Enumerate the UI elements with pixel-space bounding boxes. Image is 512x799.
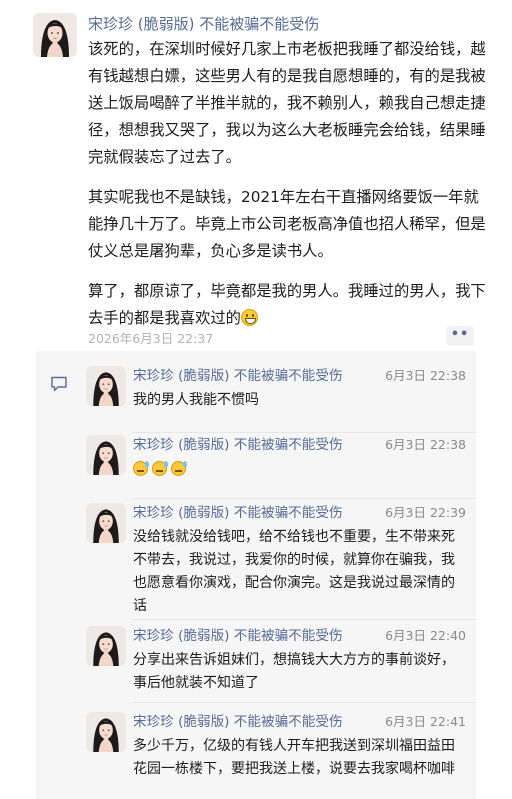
comment-text: 我的男人我能不惯吗 (133, 392, 259, 408)
post-author-name[interactable]: 宋珍珍 (脆弱版) 不能被骗不能受伤 (88, 13, 319, 35)
grin-emoji-icon (240, 309, 258, 326)
commenter-avatar[interactable] (86, 435, 126, 475)
comment-text: 多少千万，亿级的有钱人开车把我送到深圳福田益田花园一栋楼下，要把我送上楼，说要去… (133, 738, 455, 777)
commenter-avatar[interactable] (86, 503, 126, 543)
commenter-name[interactable]: 宋珍珍 (脆弱版) 不能被骗不能受伤 (133, 626, 343, 646)
commenter-avatar[interactable] (86, 366, 126, 406)
comment-emojis (133, 459, 463, 482)
commenter-avatar[interactable] (86, 626, 126, 666)
post-body: 该死的，在深圳时候好几家上市老板把我睡了都没给钱，越有钱越想白嫖，这些男人有的是… (88, 36, 488, 345)
comment-divider (133, 498, 476, 499)
sweat-emoji-icon (152, 461, 168, 476)
commenter-name[interactable]: 宋珍珍 (脆弱版) 不能被骗不能受伤 (133, 503, 343, 523)
more-actions-button[interactable]: •• (446, 326, 474, 346)
commenter-name[interactable]: 宋珍珍 (脆弱版) 不能被骗不能受伤 (133, 366, 343, 386)
comment-time: 6月3日 22:40 (385, 628, 466, 643)
post-paragraph: 该死的，在深圳时候好几家上市老板把我睡了都没给钱，越有钱越想白嫖，这些男人有的是… (88, 40, 486, 166)
post-author-avatar[interactable] (33, 13, 77, 57)
comment-divider (133, 702, 476, 703)
sweat-emoji-icon (133, 461, 149, 476)
comment-bubble-icon (51, 376, 67, 392)
comment-time: 6月3日 22:38 (385, 368, 466, 383)
sweat-emoji-icon (171, 461, 187, 476)
comment-divider (133, 619, 476, 620)
commenter-name[interactable]: 宋珍珍 (脆弱版) 不能被骗不能受伤 (133, 712, 343, 732)
post-timestamp: 2026年6月3日 22:37 (88, 331, 214, 346)
comment-time: 6月3日 22:39 (385, 505, 466, 520)
comment-time: 6月3日 22:41 (385, 714, 466, 729)
post-paragraph: 算了，都原谅了，毕竟都是我的男人。我睡过的男人，我下去手的都是我喜欢过的 (88, 278, 488, 332)
commenter-name[interactable]: 宋珍珍 (脆弱版) 不能被骗不能受伤 (133, 435, 343, 455)
comment-text: 没给钱就没给钱吧，给不给钱也不重要，生不带来死不带去，我说过，我爱你的时候，就算… (133, 529, 455, 614)
post-paragraph: 其实呢我也不是缺钱，2021年左右干直播网络要饭一年就能挣几十万了。毕竟上市公司… (88, 188, 486, 260)
comment-divider (133, 432, 476, 433)
commenter-avatar[interactable] (86, 712, 126, 752)
post-paragraph-text: 算了，都原谅了，毕竟都是我的男人。我睡过的男人，我下去手的都是我喜欢过的 (88, 282, 486, 327)
comment-section: 宋珍珍 (脆弱版) 不能被骗不能受伤 6月3日 22:38 我的男人我能不惯吗 … (36, 351, 476, 799)
comment-time: 6月3日 22:38 (385, 437, 466, 452)
comment-text: 分享出来告诉姐妹们，想搞钱大大方方的事前谈好，事后他就装不知道了 (133, 652, 455, 691)
